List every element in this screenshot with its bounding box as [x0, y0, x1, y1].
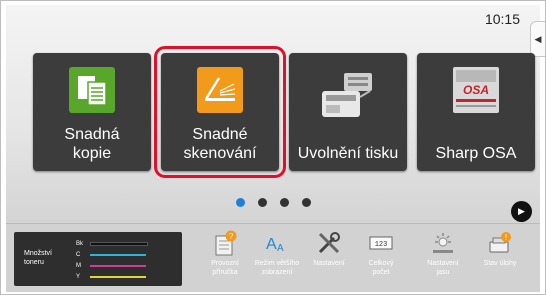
svg-text:!: !: [505, 233, 507, 242]
toner-row-c: C: [76, 252, 146, 258]
svg-text:123: 123: [375, 241, 388, 249]
svg-text:?: ?: [229, 232, 234, 241]
tile-print-release[interactable]: Uvolnění tisku: [289, 53, 407, 171]
side-panel-tab[interactable]: ◀: [530, 21, 545, 57]
copy-icon: [69, 67, 115, 113]
toner-row-m: M: [76, 263, 146, 269]
next-page-button[interactable]: ▶: [511, 201, 532, 222]
svg-text:A: A: [266, 236, 277, 253]
page-indicator: [6, 198, 540, 207]
total-count-button[interactable]: 123 Celkový počet: [355, 230, 407, 277]
operation-panel: 10:15 ◀ Snadná kopie Snadné skenování Uv…: [0, 0, 546, 295]
tools-icon: [318, 232, 340, 254]
play-arrow-icon: ▶: [518, 206, 525, 216]
job-status-button[interactable]: ! Stav úlohy: [474, 230, 526, 268]
toner-title: Množství toneru: [24, 250, 53, 266]
svg-text:A: A: [277, 243, 284, 254]
large-text-icon: A A: [266, 236, 284, 254]
tile-label: Uvolnění tisku: [297, 145, 399, 162]
tile-sharp-osa[interactable]: OSA Sharp OSA: [417, 53, 535, 171]
brightness-icon: [433, 233, 453, 253]
osa-icon: OSA: [453, 67, 499, 113]
page-dot[interactable]: [279, 198, 289, 207]
toner-row-y: Y: [76, 274, 146, 280]
tile-label: Sharp OSA: [435, 145, 517, 162]
page-dot[interactable]: [301, 198, 311, 207]
scan-icon: [197, 67, 243, 113]
tile-easy-copy[interactable]: Snadná kopie: [33, 53, 151, 171]
home-screen: 10:15 ◀ Snadná kopie Snadné skenování Uv…: [6, 5, 545, 223]
operation-guide-button[interactable]: ? Provozní příručka: [199, 230, 251, 277]
arrow-left-icon: ◀: [534, 33, 542, 44]
page-dot-active[interactable]: [235, 198, 245, 207]
function-bar: Množství toneru Bk C M Y ? Provozní přír…: [6, 223, 540, 292]
settings-button[interactable]: Nastavení: [303, 230, 355, 268]
page-dot[interactable]: [257, 198, 267, 207]
tile-easy-scan[interactable]: Snadné skenování: [154, 46, 286, 178]
large-display-mode-button[interactable]: A A Režim většího zobrazení: [251, 230, 303, 277]
toner-row-bk: Bk: [76, 241, 148, 247]
job-status-icon: !: [489, 232, 511, 253]
toner-level-panel[interactable]: Množství toneru Bk C M Y: [14, 232, 182, 286]
counter-icon: 123: [369, 236, 393, 250]
tile-label: Snadná kopie: [64, 126, 120, 162]
clock: 10:15: [484, 11, 520, 27]
manual-icon: ?: [215, 230, 237, 256]
brightness-settings-button[interactable]: Nastavení jasu: [417, 230, 469, 277]
svg-text:OSA: OSA: [463, 83, 489, 97]
tile-label: Snadné skenování: [183, 126, 257, 162]
printer-icon: [322, 73, 372, 117]
